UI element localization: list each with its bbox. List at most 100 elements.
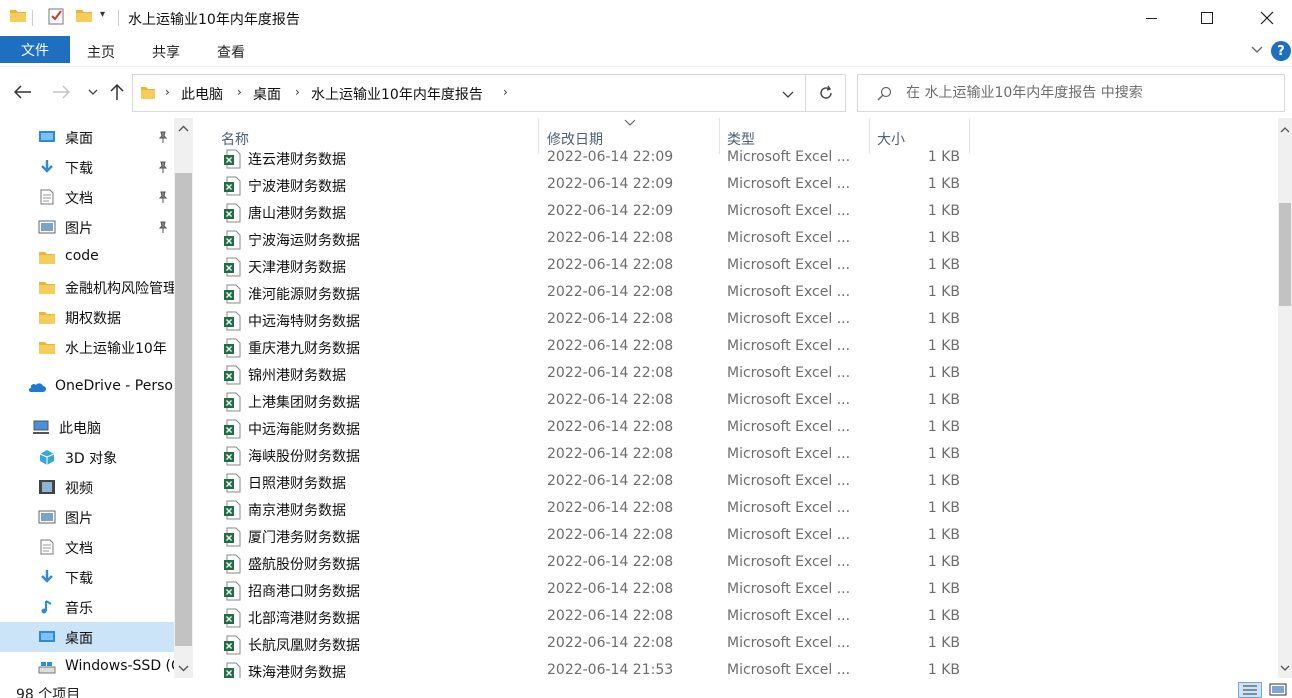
properties-icon[interactable] bbox=[48, 7, 64, 25]
help-icon[interactable]: ? bbox=[1271, 41, 1291, 61]
breadcrumb-desktop[interactable]: 桌面 bbox=[253, 84, 281, 104]
drive-icon bbox=[38, 659, 56, 675]
search-input[interactable] bbox=[906, 76, 1276, 110]
pin-icon[interactable] bbox=[157, 161, 169, 173]
details-view-button[interactable] bbox=[1238, 682, 1262, 698]
sidebar-item[interactable]: 音乐 bbox=[0, 592, 174, 622]
file-type: Microsoft Excel ... bbox=[727, 338, 851, 354]
sidebar-item[interactable]: 下载 bbox=[0, 152, 174, 182]
file-date: 2022-06-14 22:08 bbox=[547, 338, 674, 354]
close-button[interactable] bbox=[1244, 0, 1290, 36]
folder-icon bbox=[38, 339, 56, 355]
scroll-up-icon[interactable] bbox=[178, 124, 189, 135]
sidebar-item[interactable]: 图片 bbox=[0, 502, 174, 532]
refresh-button[interactable] bbox=[806, 74, 846, 112]
folder-icon bbox=[38, 249, 56, 265]
file-row[interactable]: 中远海能财务数据 2022-06-14 22:08 Microsoft Excel … bbox=[217, 415, 977, 442]
file-row[interactable]: 连云港财务数据 2022-06-14 22:09 Microsoft Excel .… bbox=[217, 145, 977, 172]
file-list-scroll-thumb[interactable] bbox=[1279, 203, 1291, 306]
file-row[interactable]: 南京港财务数据 2022-06-14 22:08 Microsoft Excel .… bbox=[217, 496, 977, 523]
chevron-right-icon[interactable]: › bbox=[165, 85, 170, 99]
sidebar-item[interactable]: 水上运输业10年 bbox=[0, 332, 174, 362]
maximize-icon bbox=[1201, 12, 1213, 24]
sidebar-item[interactable]: OneDrive - Personal bbox=[0, 372, 174, 402]
forward-button[interactable] bbox=[50, 81, 72, 103]
expand-ribbon-icon[interactable] bbox=[1250, 42, 1264, 56]
file-row[interactable]: 北部湾港财务数据 2022-06-14 22:08 Microsoft Excel … bbox=[217, 604, 977, 631]
file-size: 1 KB bbox=[927, 608, 960, 624]
address-bar[interactable]: › 此电脑 › 桌面 › 水上运输业10年内年度报告 › bbox=[132, 74, 806, 112]
file-type: Microsoft Excel ... bbox=[727, 635, 851, 651]
sidebar-item[interactable]: Windows-SSD (C:) bbox=[0, 652, 174, 678]
sidebar-item[interactable]: 此电脑 bbox=[0, 412, 174, 442]
tab-share[interactable]: 共享 bbox=[152, 42, 180, 62]
file-row[interactable]: 淮河能源财务数据 2022-06-14 22:08 Microsoft Excel … bbox=[217, 280, 977, 307]
chevron-right-icon[interactable]: › bbox=[237, 85, 242, 99]
scroll-up-icon[interactable] bbox=[1280, 125, 1290, 135]
file-row[interactable]: 天津港财务数据 2022-06-14 22:08 Microsoft Excel .… bbox=[217, 253, 977, 280]
sidebar-item[interactable]: 视频 bbox=[0, 472, 174, 502]
scroll-down-icon[interactable] bbox=[178, 662, 189, 673]
sidebar-scrollbar[interactable] bbox=[174, 118, 193, 678]
file-name: 海峡股份财务数据 bbox=[248, 449, 360, 465]
file-row[interactable]: 厦门港务财务数据 2022-06-14 22:08 Microsoft Excel … bbox=[217, 523, 977, 550]
pin-icon[interactable] bbox=[157, 221, 169, 233]
scroll-down-icon[interactable] bbox=[1280, 663, 1290, 673]
status-bar: 98 个项目 bbox=[0, 678, 1292, 698]
chevron-right-icon[interactable]: › bbox=[503, 85, 508, 99]
file-row[interactable]: 日照港财务数据 2022-06-14 22:08 Microsoft Excel .… bbox=[217, 469, 977, 496]
file-row[interactable]: 宁波港财务数据 2022-06-14 22:09 Microsoft Excel .… bbox=[217, 172, 977, 199]
back-button[interactable] bbox=[12, 81, 34, 103]
window-title: 水上运输业10年内年度报告 bbox=[128, 12, 300, 28]
file-row[interactable]: 长航凤凰财务数据 2022-06-14 22:08 Microsoft Excel … bbox=[217, 631, 977, 658]
file-date: 2022-06-14 22:08 bbox=[547, 581, 674, 597]
folder-icon[interactable] bbox=[10, 8, 26, 22]
sidebar-scroll-thumb[interactable] bbox=[175, 173, 192, 646]
navigation-pane: 桌面 下载 文档 图片 code 金融机构风险管理 期权数据 水上运输业10年 OneDrive… bbox=[0, 118, 193, 678]
minimize-button[interactable] bbox=[1128, 0, 1174, 36]
pin-icon[interactable] bbox=[157, 191, 169, 203]
sidebar-item[interactable]: 期权数据 bbox=[0, 302, 174, 332]
pin-icon[interactable] bbox=[157, 131, 169, 143]
file-row[interactable]: 中远海特财务数据 2022-06-14 22:08 Microsoft Excel … bbox=[217, 307, 977, 334]
sidebar-item[interactable]: 文档 bbox=[0, 182, 174, 212]
file-type: Microsoft Excel ... bbox=[727, 176, 851, 192]
file-list-scrollbar[interactable] bbox=[1278, 118, 1292, 678]
chevron-right-icon[interactable]: › bbox=[295, 85, 300, 99]
sidebar-item[interactable]: 下载 bbox=[0, 562, 174, 592]
sidebar-item-label: 图片 bbox=[65, 511, 93, 527]
breadcrumb-this-pc[interactable]: 此电脑 bbox=[181, 84, 223, 104]
maximize-button[interactable] bbox=[1184, 0, 1230, 36]
sidebar-item[interactable]: 图片 bbox=[0, 212, 174, 242]
file-row[interactable]: 唐山港财务数据 2022-06-14 22:09 Microsoft Excel .… bbox=[217, 199, 977, 226]
file-row[interactable]: 珠海港财务数据 2022-06-14 21:53 Microsoft Excel .… bbox=[217, 658, 977, 678]
tab-home[interactable]: 主页 bbox=[87, 42, 115, 62]
sidebar-item[interactable]: 桌面 bbox=[0, 122, 174, 152]
file-row[interactable]: 盛航股份财务数据 2022-06-14 22:08 Microsoft Excel … bbox=[217, 550, 977, 577]
breadcrumb-current-folder[interactable]: 水上运输业10年内年度报告 bbox=[311, 84, 483, 104]
file-name: 宁波海运财务数据 bbox=[248, 233, 360, 249]
tab-file[interactable]: 文件 bbox=[0, 36, 70, 63]
sidebar-item[interactable]: 3D 对象 bbox=[0, 442, 174, 472]
file-row[interactable]: 锦州港财务数据 2022-06-14 22:08 Microsoft Excel .… bbox=[217, 361, 977, 388]
sidebar-item[interactable]: 文档 bbox=[0, 532, 174, 562]
file-row[interactable]: 招商港口财务数据 2022-06-14 22:08 Microsoft Excel … bbox=[217, 577, 977, 604]
tab-view[interactable]: 查看 bbox=[217, 42, 245, 62]
file-size: 1 KB bbox=[927, 203, 960, 219]
file-row[interactable]: 上港集团财务数据 2022-06-14 22:08 Microsoft Excel … bbox=[217, 388, 977, 415]
file-row[interactable]: 重庆港九财务数据 2022-06-14 22:08 Microsoft Excel … bbox=[217, 334, 977, 361]
up-button[interactable] bbox=[106, 81, 128, 103]
sidebar-item[interactable]: 桌面 bbox=[0, 622, 174, 652]
file-row[interactable]: 海峡股份财务数据 2022-06-14 22:08 Microsoft Excel … bbox=[217, 442, 977, 469]
search-box[interactable] bbox=[857, 74, 1285, 112]
file-row[interactable]: 宁波海运财务数据 2022-06-14 22:08 Microsoft Excel … bbox=[217, 226, 977, 253]
sidebar-item[interactable]: 金融机构风险管理 bbox=[0, 272, 174, 302]
recent-locations-button[interactable] bbox=[82, 81, 104, 103]
new-folder-icon[interactable] bbox=[76, 8, 92, 22]
large-icons-view-button[interactable] bbox=[1268, 682, 1290, 698]
address-history-icon[interactable] bbox=[781, 87, 795, 101]
sidebar-item[interactable]: code bbox=[0, 242, 174, 272]
details-view-icon bbox=[1243, 685, 1257, 695]
file-name: 中远海能财务数据 bbox=[248, 422, 360, 438]
customize-qat-icon[interactable]: ▾ bbox=[100, 9, 105, 20]
